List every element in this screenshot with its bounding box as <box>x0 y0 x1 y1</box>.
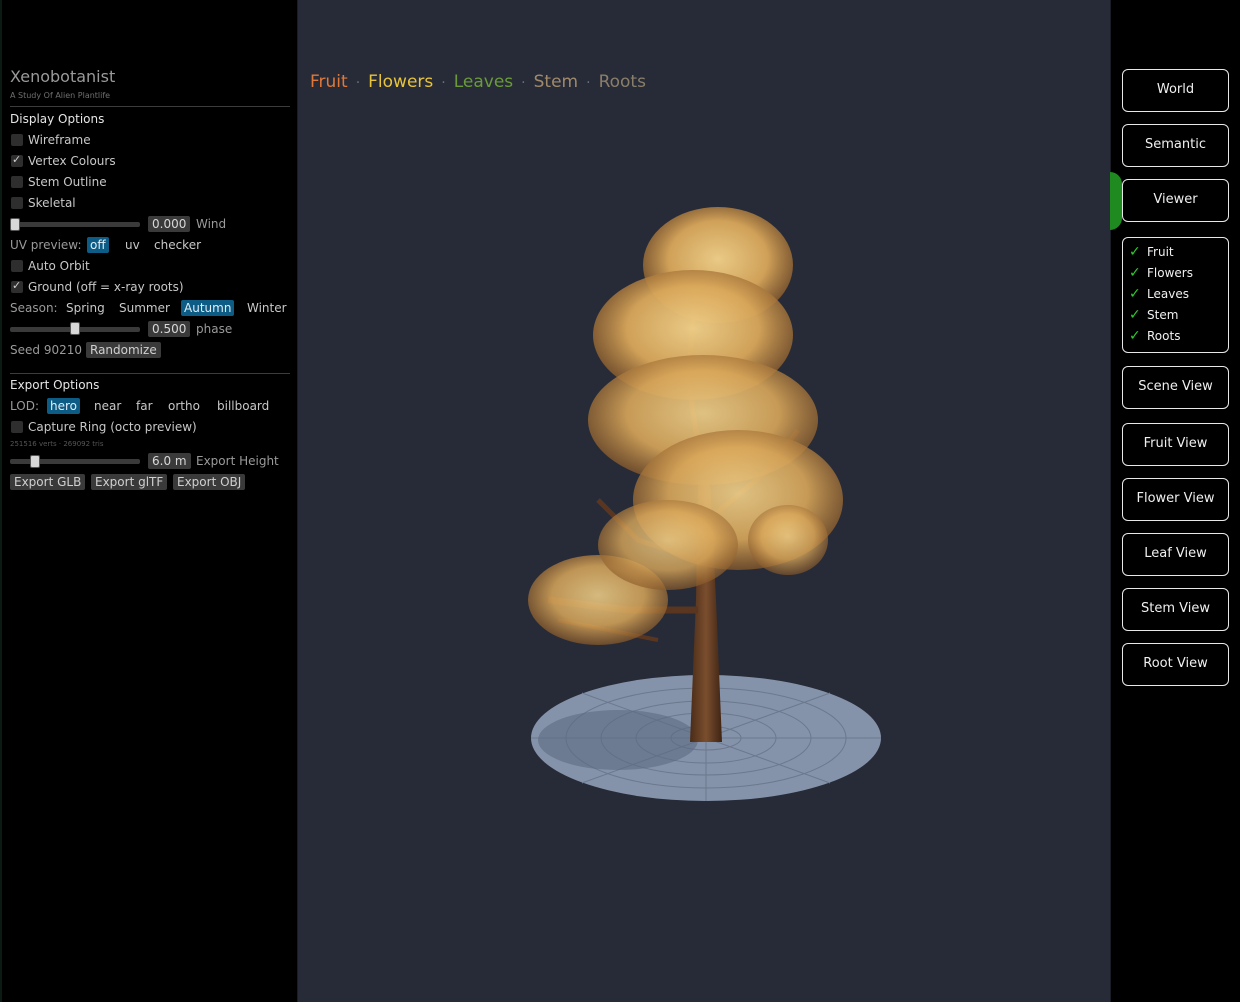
lod-near[interactable]: near <box>91 398 124 414</box>
export-obj-button[interactable]: Export OBJ <box>173 474 246 490</box>
phase-value[interactable]: 0.500 <box>148 321 191 337</box>
capture-ring-checkbox[interactable] <box>11 421 23 433</box>
season-summer[interactable]: Summer <box>116 300 173 316</box>
viewer-button[interactable]: Viewer <box>1122 179 1229 222</box>
export-gltf-button[interactable]: Export glTF <box>91 474 168 490</box>
root-view-button[interactable]: Root View <box>1122 643 1229 686</box>
mesh-stats: 251516 verts · 269092 tris <box>10 440 104 448</box>
active-tab-marker <box>1110 172 1122 230</box>
capture-ring-label: Capture Ring (octo preview) <box>28 420 197 434</box>
app-title: Xenobotanist <box>10 67 116 86</box>
phase-slider-handle[interactable] <box>70 322 80 335</box>
skeletal-checkbox[interactable] <box>11 197 23 209</box>
layer-check-roots[interactable]: ✓ Roots <box>1129 326 1180 346</box>
lod-label: LOD: <box>10 399 39 413</box>
export-height-value[interactable]: 6.0 m <box>148 453 191 469</box>
stem-view-button[interactable]: Stem View <box>1122 588 1229 631</box>
left-panel: Xenobotanist A Study Of Alien Plantlife … <box>0 0 297 1002</box>
lod-ortho[interactable]: ortho <box>165 398 203 414</box>
wind-slider[interactable] <box>10 222 140 227</box>
auto-orbit-checkbox[interactable] <box>11 260 23 272</box>
leaf-view-button[interactable]: Leaf View <box>1122 533 1229 576</box>
check-icon: ✓ <box>1129 307 1141 323</box>
ground-checkbox[interactable] <box>11 279 23 293</box>
divider <box>10 106 290 107</box>
layer-check-stem[interactable]: ✓ Stem <box>1129 305 1178 325</box>
layer-check-flowers[interactable]: ✓ Flowers <box>1129 263 1193 283</box>
skeletal-label: Skeletal <box>28 196 76 210</box>
lod-billboard[interactable]: billboard <box>214 398 272 414</box>
vertex-colours-label: Vertex Colours <box>28 154 116 168</box>
check-icon: ✓ <box>1129 244 1141 260</box>
season-winter[interactable]: Winter <box>244 300 290 316</box>
wireframe-label: Wireframe <box>28 133 91 147</box>
season-spring[interactable]: Spring <box>63 300 108 316</box>
flower-view-button[interactable]: Flower View <box>1122 478 1229 521</box>
uv-option-off[interactable]: off <box>87 237 109 253</box>
seed-label: Seed 90210 <box>10 343 82 357</box>
export-options-heading: Export Options <box>10 378 100 392</box>
layer-visibility-list: ✓ Fruit ✓ Flowers ✓ Leaves ✓ Stem ✓ Roots <box>1122 237 1229 353</box>
auto-orbit-label: Auto Orbit <box>28 259 90 273</box>
lod-far[interactable]: far <box>133 398 156 414</box>
tree-render <box>528 207 881 801</box>
export-height-label: Export Height <box>196 454 279 468</box>
panel-edge <box>0 0 2 1002</box>
check-icon: ✓ <box>1129 328 1141 344</box>
wind-label: Wind <box>196 217 227 231</box>
export-height-slider-handle[interactable] <box>30 455 40 468</box>
right-panel: World Semantic Viewer ✓ Fruit ✓ Flowers ✓ L… <box>1110 0 1240 1002</box>
stem-outline-label: Stem Outline <box>28 175 107 189</box>
fruit-view-button[interactable]: Fruit View <box>1122 423 1229 466</box>
3d-viewport[interactable]: Fruit · Flowers · Leaves · Stem · Roots <box>297 0 1111 1002</box>
lod-hero[interactable]: hero <box>47 398 80 414</box>
display-options-heading: Display Options <box>10 112 105 126</box>
semantic-button[interactable]: Semantic <box>1122 124 1229 167</box>
uv-preview-label: UV preview: <box>10 238 82 252</box>
scene-view-button[interactable]: Scene View <box>1122 366 1229 409</box>
layer-check-fruit[interactable]: ✓ Fruit <box>1129 242 1174 262</box>
vertex-colours-checkbox[interactable] <box>11 153 23 167</box>
season-label: Season: <box>10 301 58 315</box>
wind-value[interactable]: 0.000 <box>148 216 191 232</box>
divider <box>10 373 290 374</box>
stem-outline-checkbox[interactable] <box>11 176 23 188</box>
phase-label: phase <box>196 322 233 336</box>
uv-option-uv[interactable]: uv <box>122 237 143 253</box>
layer-check-leaves[interactable]: ✓ Leaves <box>1129 284 1189 304</box>
export-glb-button[interactable]: Export GLB <box>10 474 86 490</box>
wind-slider-handle[interactable] <box>10 218 20 231</box>
uv-option-checker[interactable]: checker <box>151 237 204 253</box>
season-autumn[interactable]: Autumn <box>181 300 235 316</box>
check-icon: ✓ <box>1129 286 1141 302</box>
randomize-button[interactable]: Randomize <box>86 342 161 358</box>
check-icon: ✓ <box>1129 265 1141 281</box>
tree-foliage <box>528 207 843 645</box>
app-subtitle: A Study Of Alien Plantlife <box>10 91 111 100</box>
world-button[interactable]: World <box>1122 69 1229 112</box>
ground-label: Ground (off = x-ray roots) <box>28 280 184 294</box>
wireframe-checkbox[interactable] <box>11 134 23 146</box>
